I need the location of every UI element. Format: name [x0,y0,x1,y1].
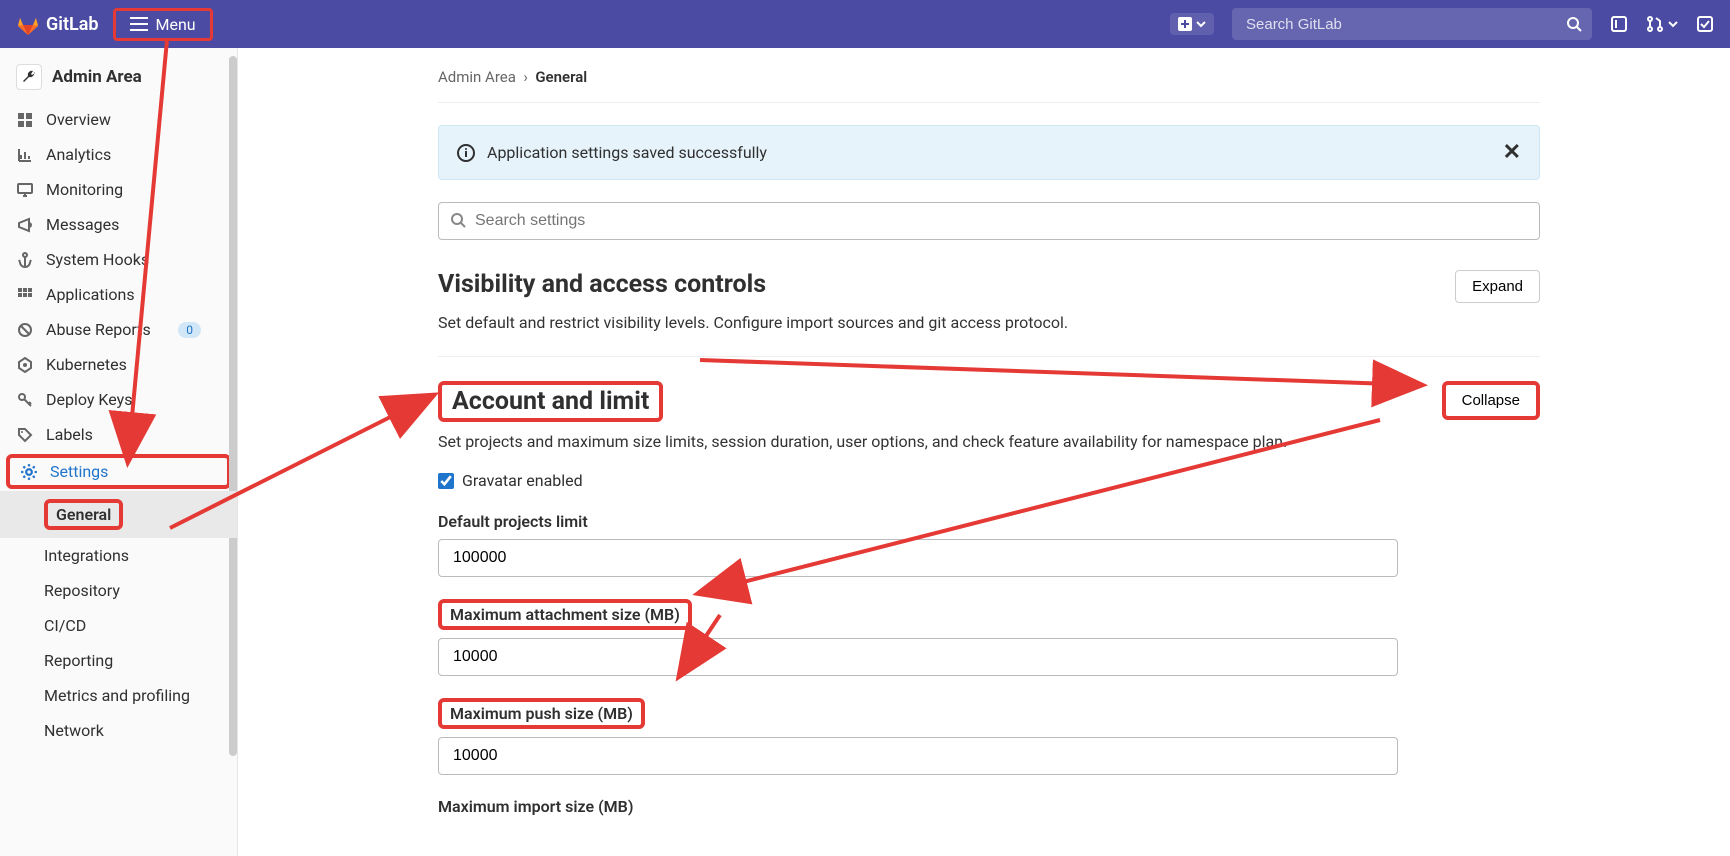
sidebar-sub-general[interactable]: General [0,491,237,538]
field-max-attachment: Maximum attachment size (MB) [438,599,1540,676]
merge-requests-icon[interactable] [1646,15,1678,33]
sidebar-sub-reporting[interactable]: Reporting [0,643,237,678]
alert-text: Application settings saved successfully [487,143,767,162]
visibility-desc: Set default and restrict visibility leve… [438,313,1540,332]
search-settings [438,202,1540,240]
todos-icon[interactable] [1696,15,1714,33]
gravatar-row: Gravatar enabled [438,471,1540,490]
search-icon [450,212,466,232]
slash-icon [16,321,34,339]
bullhorn-icon [16,216,34,234]
sidebar-sub-metrics[interactable]: Metrics and profiling [0,678,237,713]
sidebar-item-settings[interactable]: Settings [6,454,231,489]
info-icon [457,144,475,162]
sidebar: Admin Area Overview Analytics Monitoring… [0,48,238,856]
max-attachment-input[interactable] [438,638,1398,676]
abuse-badge: 0 [178,322,201,338]
sidebar-item-system-hooks[interactable]: System Hooks [0,242,237,277]
sidebar-item-messages[interactable]: Messages [0,207,237,242]
gitlab-logo[interactable]: GitLab [16,12,99,36]
sidebar-sub-cicd[interactable]: CI/CD [0,608,237,643]
chevron-down-icon [1196,19,1206,29]
menu-button[interactable]: Menu [113,8,213,41]
sidebar-item-abuse-reports[interactable]: Abuse Reports0 [0,312,237,347]
breadcrumb-parent[interactable]: Admin Area [438,68,516,86]
field-max-import: Maximum import size (MB) [438,797,1540,816]
sidebar-item-analytics[interactable]: Analytics [0,137,237,172]
account-collapse-button[interactable]: Collapse [1442,381,1540,420]
menu-label: Menu [156,15,196,34]
wrench-icon [16,64,42,90]
chart-icon [16,146,34,164]
gear-icon [20,463,38,481]
account-desc: Set projects and maximum size limits, se… [438,432,1540,451]
sidebar-item-labels[interactable]: Labels [0,417,237,452]
key-icon [16,391,34,409]
monitor-icon [16,181,34,199]
default-projects-limit-input[interactable] [438,539,1398,577]
kubernetes-icon [16,356,34,374]
search-settings-input[interactable] [438,202,1540,240]
brand-text: GitLab [46,14,99,35]
sidebar-item-applications[interactable]: Applications [0,277,237,312]
topbar: GitLab Menu [0,0,1730,48]
tag-icon [16,426,34,444]
success-alert: Application settings saved successfully … [438,125,1540,180]
breadcrumb: Admin Area › General [438,68,1540,103]
gitlab-icon [16,12,40,36]
anchor-icon [16,251,34,269]
search-icon [1566,16,1582,36]
breadcrumb-current: General [535,68,587,86]
visibility-expand-button[interactable]: Expand [1455,270,1540,303]
sidebar-sub-network[interactable]: Network [0,713,237,748]
grid-icon [16,111,34,129]
issues-icon[interactable] [1610,15,1628,33]
visibility-title: Visibility and access controls [438,270,766,299]
global-search [1232,8,1592,40]
account-limit-title: Account and limit [438,381,663,422]
sidebar-header[interactable]: Admin Area [0,56,237,102]
sidebar-item-overview[interactable]: Overview [0,102,237,137]
field-max-push: Maximum push size (MB) [438,698,1540,775]
chevron-down-icon [1668,19,1678,29]
sidebar-sub-integrations[interactable]: Integrations [0,538,237,573]
sidebar-scrollbar[interactable] [229,56,237,756]
alert-close-icon[interactable]: ✕ [1503,140,1521,165]
create-new-button[interactable] [1170,13,1214,35]
apps-icon [16,286,34,304]
plus-icon [1178,17,1192,31]
sidebar-item-kubernetes[interactable]: Kubernetes [0,347,237,382]
max-push-input[interactable] [438,737,1398,775]
sidebar-item-monitoring[interactable]: Monitoring [0,172,237,207]
sidebar-item-deploy-keys[interactable]: Deploy Keys [0,382,237,417]
section-visibility: Visibility and access controls Expand Se… [438,270,1540,357]
sidebar-sub-repository[interactable]: Repository [0,573,237,608]
gravatar-label: Gravatar enabled [462,471,583,490]
section-account-limit: Account and limit Collapse Set projects … [438,381,1540,848]
hamburger-icon [130,23,148,25]
field-default-projects-limit: Default projects limit [438,512,1540,577]
global-search-input[interactable] [1232,8,1592,40]
gravatar-checkbox[interactable] [438,473,454,489]
main-content: Admin Area › General Application setting… [238,48,1730,856]
